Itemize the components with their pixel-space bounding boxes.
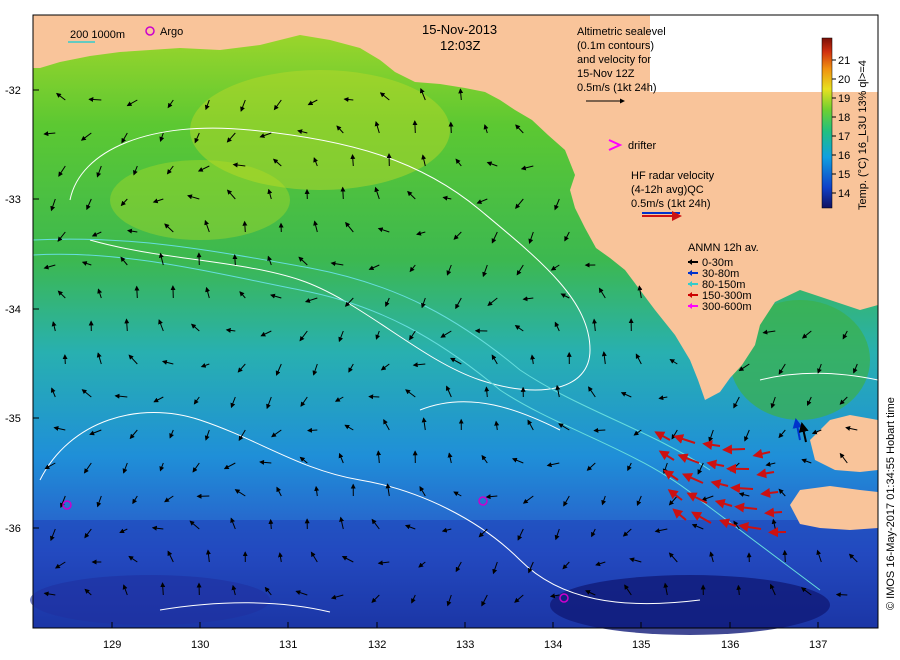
colorbar-tick-label: 18 [838, 112, 850, 124]
hf-radar-arrow [730, 483, 754, 494]
isobath-label: 200 1000m [70, 29, 125, 41]
hf-line-3: 0.5m/s (1kt 24h) [631, 198, 710, 210]
velocity-arrow [242, 220, 248, 233]
x-tick-label: 129 [103, 639, 121, 651]
velocity-arrow [307, 427, 318, 433]
velocity-arrow [232, 254, 238, 266]
colorbar-tick-label: 16 [838, 150, 850, 162]
colorbar-tick-label: 19 [838, 93, 850, 105]
altimetry-line-4: 15-Nov 12Z [577, 68, 635, 80]
hf-radar-arrow [764, 507, 783, 518]
hf-line-1: HF radar velocity [631, 170, 715, 182]
colorbar-tick-label: 21 [838, 55, 850, 67]
x-tick-label: 135 [632, 639, 650, 651]
x-tick-label: 133 [456, 639, 474, 651]
velocity-arrow [88, 97, 102, 103]
altimetry-line-5: 0.5m/s (1kt 24h) [577, 82, 656, 94]
x-tick-label: 137 [809, 639, 827, 651]
altimetry-line-3: and velocity for [577, 54, 651, 66]
colorbar-tick-label: 14 [838, 188, 850, 200]
hf-radar-arrow [722, 444, 746, 455]
velocity-arrow [412, 120, 418, 134]
y-tick-label: -34 [5, 304, 21, 316]
sst-map: 200 1000m Argo 15-Nov-2013 12:03Z Altime… [5, 14, 897, 651]
altimetry-line-2: (0.1m contours) [577, 40, 654, 52]
y-tick-label: -33 [5, 194, 21, 206]
x-tick-label: 132 [368, 639, 386, 651]
y-tick-label: -36 [5, 523, 21, 535]
colorbar-label: Temp. (°C) 16_L3U 13% ql>=4 [857, 60, 869, 210]
velocity-arrow [448, 121, 454, 134]
x-tick-label: 136 [721, 639, 739, 651]
credit-text: © IMOS 16-May-2017 01:34:55 Hobart time [885, 397, 897, 610]
x-tick-label: 131 [279, 639, 297, 651]
hf-radar-legend: HF radar velocity (4-12h avg)QC 0.5m/s (… [631, 170, 715, 221]
altimetry-line-1: Altimetric sealevel [577, 26, 666, 38]
velocity-arrow [368, 394, 380, 400]
velocity-arrow [340, 186, 346, 200]
velocity-arrow [268, 518, 274, 530]
y-tick-label: -35 [5, 413, 21, 425]
velocity-arrow [835, 592, 848, 598]
x-tick-label: 130 [191, 639, 209, 651]
hf-line-2: (4-12h avg)QC [631, 184, 704, 196]
title-time: 12:03Z [440, 38, 481, 53]
velocity-arrow [593, 427, 606, 433]
anmn-title: ANMN 12h av. [688, 242, 759, 254]
argo-label: Argo [160, 26, 183, 38]
y-tick-label: -32 [5, 85, 21, 97]
anmn-legend-label: 300-600m [702, 301, 752, 313]
colorbar-tick-label: 17 [838, 131, 850, 143]
velocity-arrow [134, 285, 140, 299]
x-tick-label: 134 [544, 639, 562, 651]
title-date: 15-Nov-2013 [422, 22, 497, 37]
drifter-label: drifter [628, 140, 656, 152]
colorbar-tick-label: 15 [838, 169, 850, 181]
colorbar-tick-label: 20 [838, 74, 850, 86]
velocity-arrow [782, 549, 788, 563]
